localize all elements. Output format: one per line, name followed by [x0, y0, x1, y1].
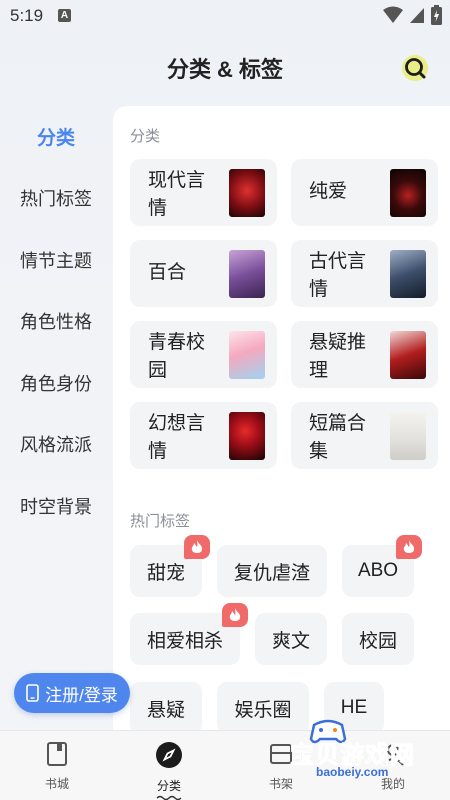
category-card-fantasy-romance[interactable]: 幻想言情 [130, 402, 277, 469]
tag-label: 复仇虐渣 [233, 562, 310, 584]
book-cover-image [229, 331, 265, 379]
book-cover-image [229, 412, 265, 460]
category-name: 现代言情 [148, 170, 206, 219]
wifi-icon [383, 6, 403, 23]
tag-chip[interactable]: 娱乐圈 [217, 682, 309, 734]
book-cover-image [390, 169, 426, 217]
side-nav-item-identity[interactable]: 角色身份 [0, 352, 112, 414]
tag-chip[interactable]: 相爱相杀 [130, 603, 248, 665]
battery-icon [431, 5, 442, 25]
side-nav-item-personality[interactable]: 角色性格 [0, 291, 112, 353]
tag-chip[interactable]: 复仇虐渣 [217, 545, 327, 597]
compass-icon [156, 742, 182, 768]
hot-flame-icon [396, 535, 422, 559]
tag-chip[interactable]: 甜宠 [130, 535, 210, 597]
category-card-pure-love[interactable]: 纯爱 [291, 159, 438, 226]
book-cover-image [229, 169, 265, 217]
side-nav-item-hot-tags[interactable]: 热门标签 [0, 168, 112, 230]
book-cover-image [390, 331, 426, 379]
tag-label: ABO [357, 560, 399, 581]
category-card-youth-campus[interactable]: 青春校园 [130, 321, 277, 388]
bottom-nav-label: 分类 [156, 779, 181, 793]
category-name: 古代言情 [309, 251, 367, 300]
hot-flame-icon [184, 535, 210, 559]
bottom-nav-label: 书城 [44, 777, 69, 791]
tag-label: 娱乐圈 [234, 699, 292, 721]
watermark-url: baobeiy.com [316, 765, 389, 779]
category-card-yuri[interactable]: 百合 [130, 240, 277, 307]
book-cover-image [390, 250, 426, 298]
phone-icon [26, 684, 39, 702]
page-title: 分类 & 标签 [166, 57, 284, 82]
side-nav-item-category[interactable]: 分类 [0, 106, 112, 168]
tag-label: 校园 [358, 630, 397, 652]
category-card-ancient-romance[interactable]: 古代言情 [291, 240, 438, 307]
site-watermark: 宝贝游戏网 baobeiy.com [268, 719, 418, 785]
book-cover-image [229, 250, 265, 298]
category-name: 百合 [148, 262, 187, 283]
hot-flame-icon [222, 603, 248, 627]
tag-label: 爽文 [271, 630, 310, 652]
tag-label: 甜宠 [146, 562, 185, 584]
category-name: 纯爱 [309, 181, 348, 202]
category-name: 幻想言情 [148, 413, 206, 462]
category-card-modern-romance[interactable]: 现代言情 [130, 159, 277, 226]
category-side-nav: 分类 热门标签 情节主题 角色性格 角色身份 风格流派 时空背景 [0, 106, 112, 537]
status-time: 5:19 [10, 6, 44, 25]
category-card-mystery[interactable]: 悬疑推理 [291, 321, 438, 388]
book-cover-image [390, 412, 426, 460]
side-nav-item-time-setting[interactable]: 时空背景 [0, 475, 112, 537]
content-panel: 分类 现代言情 纯爱 百合 古代言情 青春校园 悬疑推理 幻想言情 短篇合集 热… [113, 106, 450, 746]
bottom-nav-bookstore[interactable]: 书城 [12, 741, 102, 792]
bottom-nav-category[interactable]: 分类 [124, 741, 214, 800]
section-label-hot-tags: 热门标签 [130, 513, 191, 530]
side-nav-item-plot-theme[interactable]: 情节主题 [0, 229, 112, 291]
search-icon [402, 55, 428, 81]
register-login-button[interactable]: 注册/登录 [14, 673, 130, 713]
tag-chip[interactable]: 校园 [342, 613, 414, 665]
tag-label: 悬疑 [146, 699, 185, 721]
category-name: 短篇合集 [309, 413, 367, 462]
category-name: 青春校园 [148, 332, 206, 381]
tag-chip[interactable]: 爽文 [255, 613, 327, 665]
active-wave-indicator [156, 795, 182, 800]
bookstore-icon [47, 742, 67, 766]
tag-label: 相爱相杀 [146, 630, 223, 652]
tag-chip[interactable]: 悬疑 [130, 682, 202, 734]
side-nav-item-style-genre[interactable]: 风格流派 [0, 414, 112, 476]
signal-icon [410, 8, 424, 23]
section-label-categories: 分类 [130, 128, 161, 145]
category-name: 悬疑推理 [309, 332, 367, 381]
notification-a-icon: A [58, 9, 71, 22]
tag-chip[interactable]: ABO [342, 535, 422, 597]
search-button[interactable] [400, 53, 430, 83]
status-icons [383, 5, 442, 25]
register-login-label: 注册/登录 [45, 685, 118, 705]
status-bar: 5:19 A [0, 0, 450, 34]
category-card-short-stories[interactable]: 短篇合集 [291, 402, 438, 469]
